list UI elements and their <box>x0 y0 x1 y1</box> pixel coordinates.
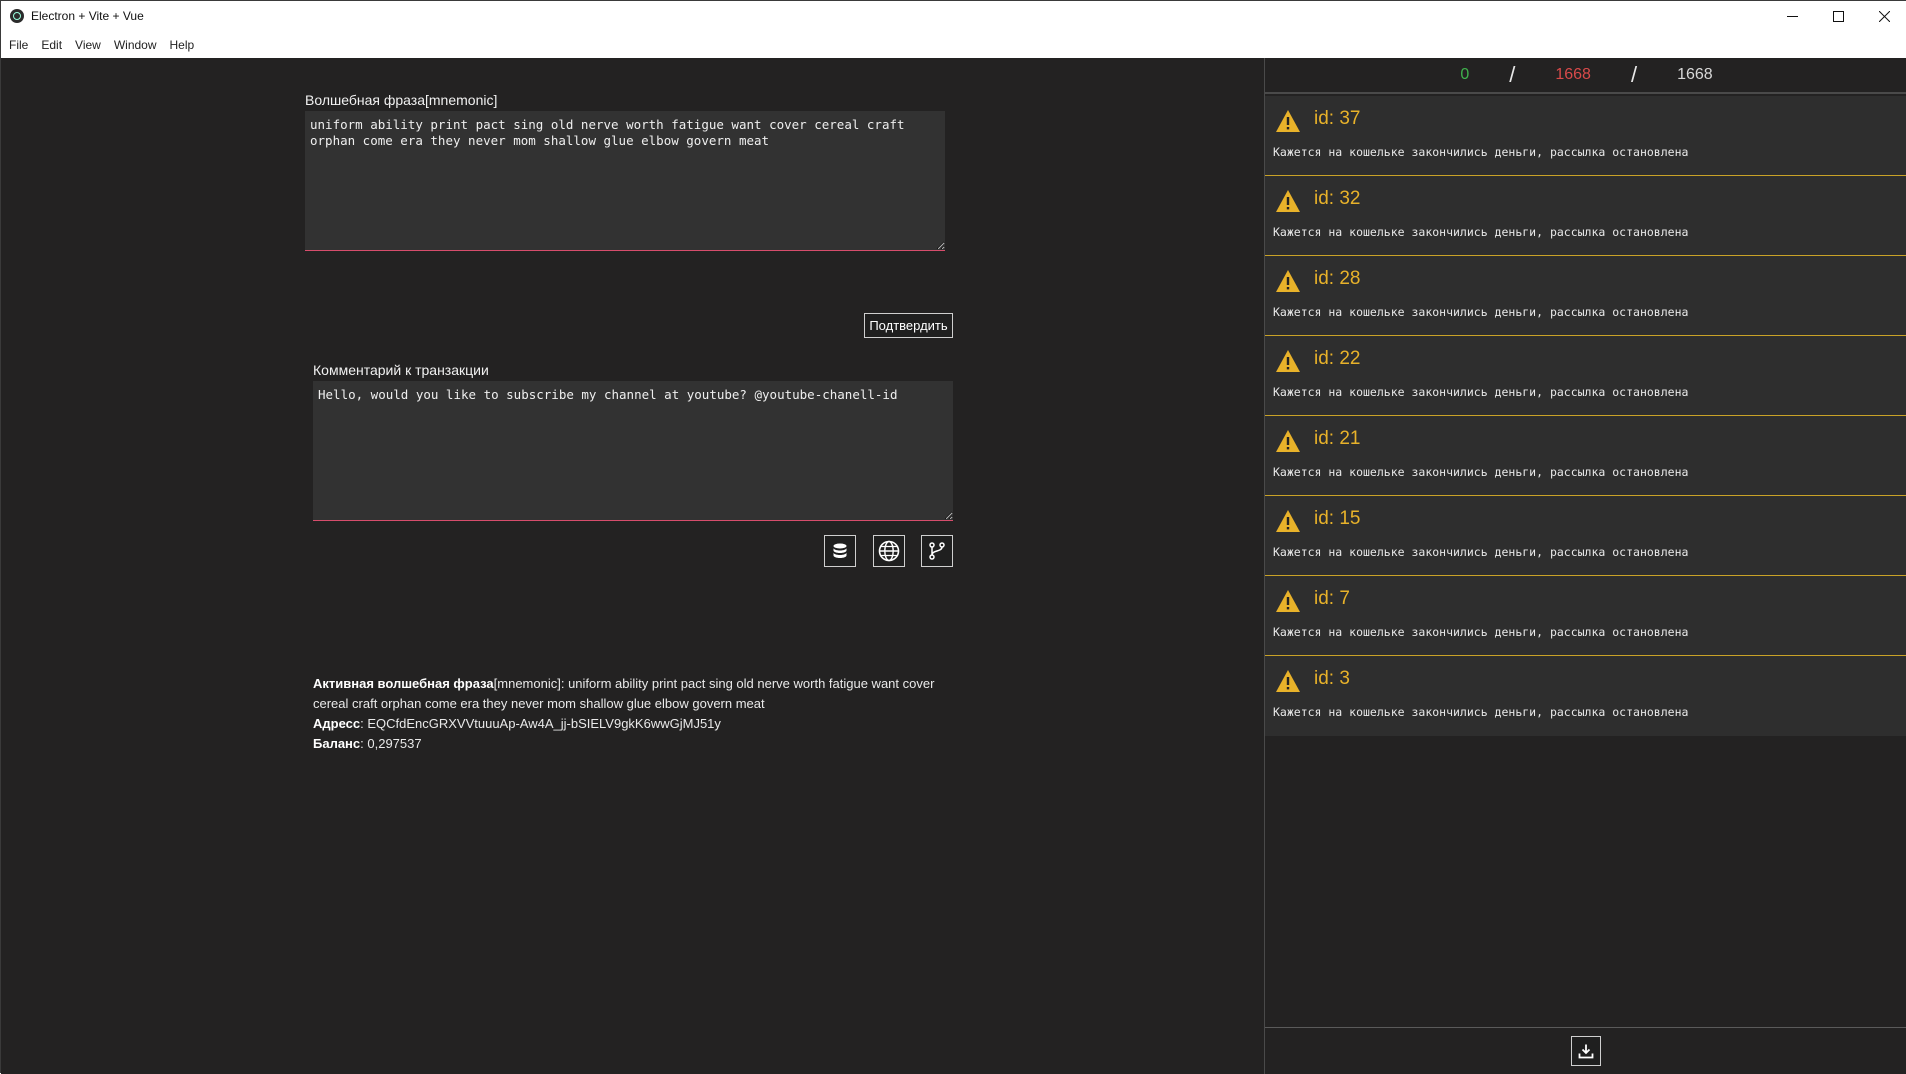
log-item: id: 3 Кажется на кошельке закончились ден… <box>1265 656 1906 736</box>
log-panel: 0 / 1668 / 1668 id: 37 Кажется на кошельк… <box>1264 58 1906 1074</box>
electron-app-icon <box>10 9 24 23</box>
download-log-button[interactable] <box>1571 1036 1601 1066</box>
log-item: id: 21 Кажется на кошельке закончились де… <box>1265 416 1906 496</box>
log-item-id: id: 21 <box>1314 428 1361 449</box>
balance-value: : 0,297537 <box>360 736 422 751</box>
address-value: : EQCfdEncGRXVVtuuuAp-Aw4A_jj-bSIELV9gkK… <box>360 716 721 731</box>
menu-window[interactable]: Window <box>114 38 157 52</box>
warning-icon <box>1276 670 1300 692</box>
menu-file[interactable]: File <box>9 38 28 52</box>
comment-label: Комментарий к транзакции <box>313 362 489 378</box>
minimize-button[interactable] <box>1769 1 1815 31</box>
address-label: Адресс <box>313 716 361 731</box>
download-icon <box>1578 1044 1594 1059</box>
log-item: id: 7 Кажется на кошельке закончились ден… <box>1265 576 1906 656</box>
window-controls <box>1769 1 1906 31</box>
branch-button[interactable] <box>921 535 953 567</box>
menu-edit[interactable]: Edit <box>41 38 62 52</box>
mnemonic-textarea[interactable]: uniform ability print pact sing old nerv… <box>305 111 945 251</box>
log-item-id: id: 28 <box>1314 268 1361 289</box>
log-item-id: id: 32 <box>1314 188 1361 209</box>
balance-line: Баланс: 0,297537 <box>313 734 953 754</box>
active-mnemonic-label: Активная волшебная фраза <box>313 676 494 691</box>
failed-count: 1668 <box>1555 66 1591 83</box>
log-item-id: id: 22 <box>1314 348 1361 369</box>
warning-icon <box>1276 110 1300 132</box>
log-item: id: 37 Кажется на кошельке закончились де… <box>1265 96 1906 176</box>
log-item-id: id: 37 <box>1314 108 1361 129</box>
menu-bar: File Edit View Window Help <box>1 31 1906 58</box>
log-item: id: 28 Кажется на кошельке закончились де… <box>1265 256 1906 336</box>
warning-icon <box>1276 190 1300 212</box>
log-item: id: 22 Кажется на кошельке закончились де… <box>1265 336 1906 416</box>
title-bar: Electron + Vite + Vue <box>1 1 1906 31</box>
warning-icon <box>1276 510 1300 532</box>
log-item-id: id: 7 <box>1314 588 1350 609</box>
log-item-message: Кажется на кошельке закончились деньги, … <box>1273 145 1689 159</box>
log-item-id: id: 15 <box>1314 508 1361 529</box>
close-button[interactable] <box>1861 1 1906 31</box>
active-mnemonic-line: Активная волшебная фраза[mnemonic]: unif… <box>313 674 953 714</box>
log-item-message: Кажется на кошельке закончились деньги, … <box>1273 465 1689 479</box>
database-button[interactable] <box>824 535 856 567</box>
warning-icon <box>1276 270 1300 292</box>
counter-separator: / <box>1509 62 1516 87</box>
log-item: id: 32 Кажется на кошельке закончились де… <box>1265 176 1906 256</box>
log-item: id: 15 Кажется на кошельке закончились де… <box>1265 496 1906 576</box>
log-footer <box>1265 1027 1906 1074</box>
network-button[interactable] <box>873 535 905 567</box>
confirm-button[interactable]: Подтвердить <box>864 313 953 338</box>
log-item-message: Кажется на кошельке закончились деньги, … <box>1273 225 1689 239</box>
maximize-button[interactable] <box>1815 1 1861 31</box>
database-icon <box>833 543 847 558</box>
balance-label: Баланс <box>313 736 361 751</box>
menu-view[interactable]: View <box>75 38 101 52</box>
close-icon <box>1878 10 1890 22</box>
maximize-icon <box>1832 10 1844 22</box>
warning-icon <box>1276 590 1300 612</box>
git-branch-icon <box>929 542 945 560</box>
warning-icon <box>1276 430 1300 452</box>
log-item-message: Кажется на кошельке закончились деньги, … <box>1273 545 1689 559</box>
log-item-id: id: 3 <box>1314 668 1350 689</box>
log-item-message: Кажется на кошельке закончились деньги, … <box>1273 705 1689 719</box>
main-panel: Волшебная фраза[mnemonic] uniform abilit… <box>1 58 1264 1074</box>
warning-icon <box>1276 350 1300 372</box>
address-line: Адресс: EQCfdEncGRXVVtuuuAp-Aw4A_jj-bSIE… <box>313 714 953 734</box>
total-count: 1668 <box>1677 66 1713 83</box>
app-window: Electron + Vite + Vue File Edit View Win… <box>0 0 1906 1074</box>
log-item-message: Кажется на кошельке закончились деньги, … <box>1273 625 1689 639</box>
comment-textarea[interactable]: Hello, would you like to subscribe my ch… <box>313 381 953 521</box>
wallet-info: Активная волшебная фраза[mnemonic]: unif… <box>313 674 953 754</box>
log-item-message: Кажется на кошельке закончились деньги, … <box>1273 385 1689 399</box>
minimize-icon <box>1786 15 1798 17</box>
log-item-message: Кажется на кошельке закончились деньги, … <box>1273 305 1689 319</box>
send-counter: 0 / 1668 / 1668 <box>1265 58 1906 94</box>
menu-help[interactable]: Help <box>170 38 195 52</box>
success-count: 0 <box>1460 66 1470 83</box>
globe-icon <box>878 540 900 562</box>
window-title: Electron + Vite + Vue <box>31 9 144 23</box>
log-list: id: 37 Кажется на кошельке закончились де… <box>1265 96 1906 736</box>
counter-separator: / <box>1630 62 1638 87</box>
mnemonic-label: Волшебная фраза[mnemonic] <box>305 92 498 108</box>
